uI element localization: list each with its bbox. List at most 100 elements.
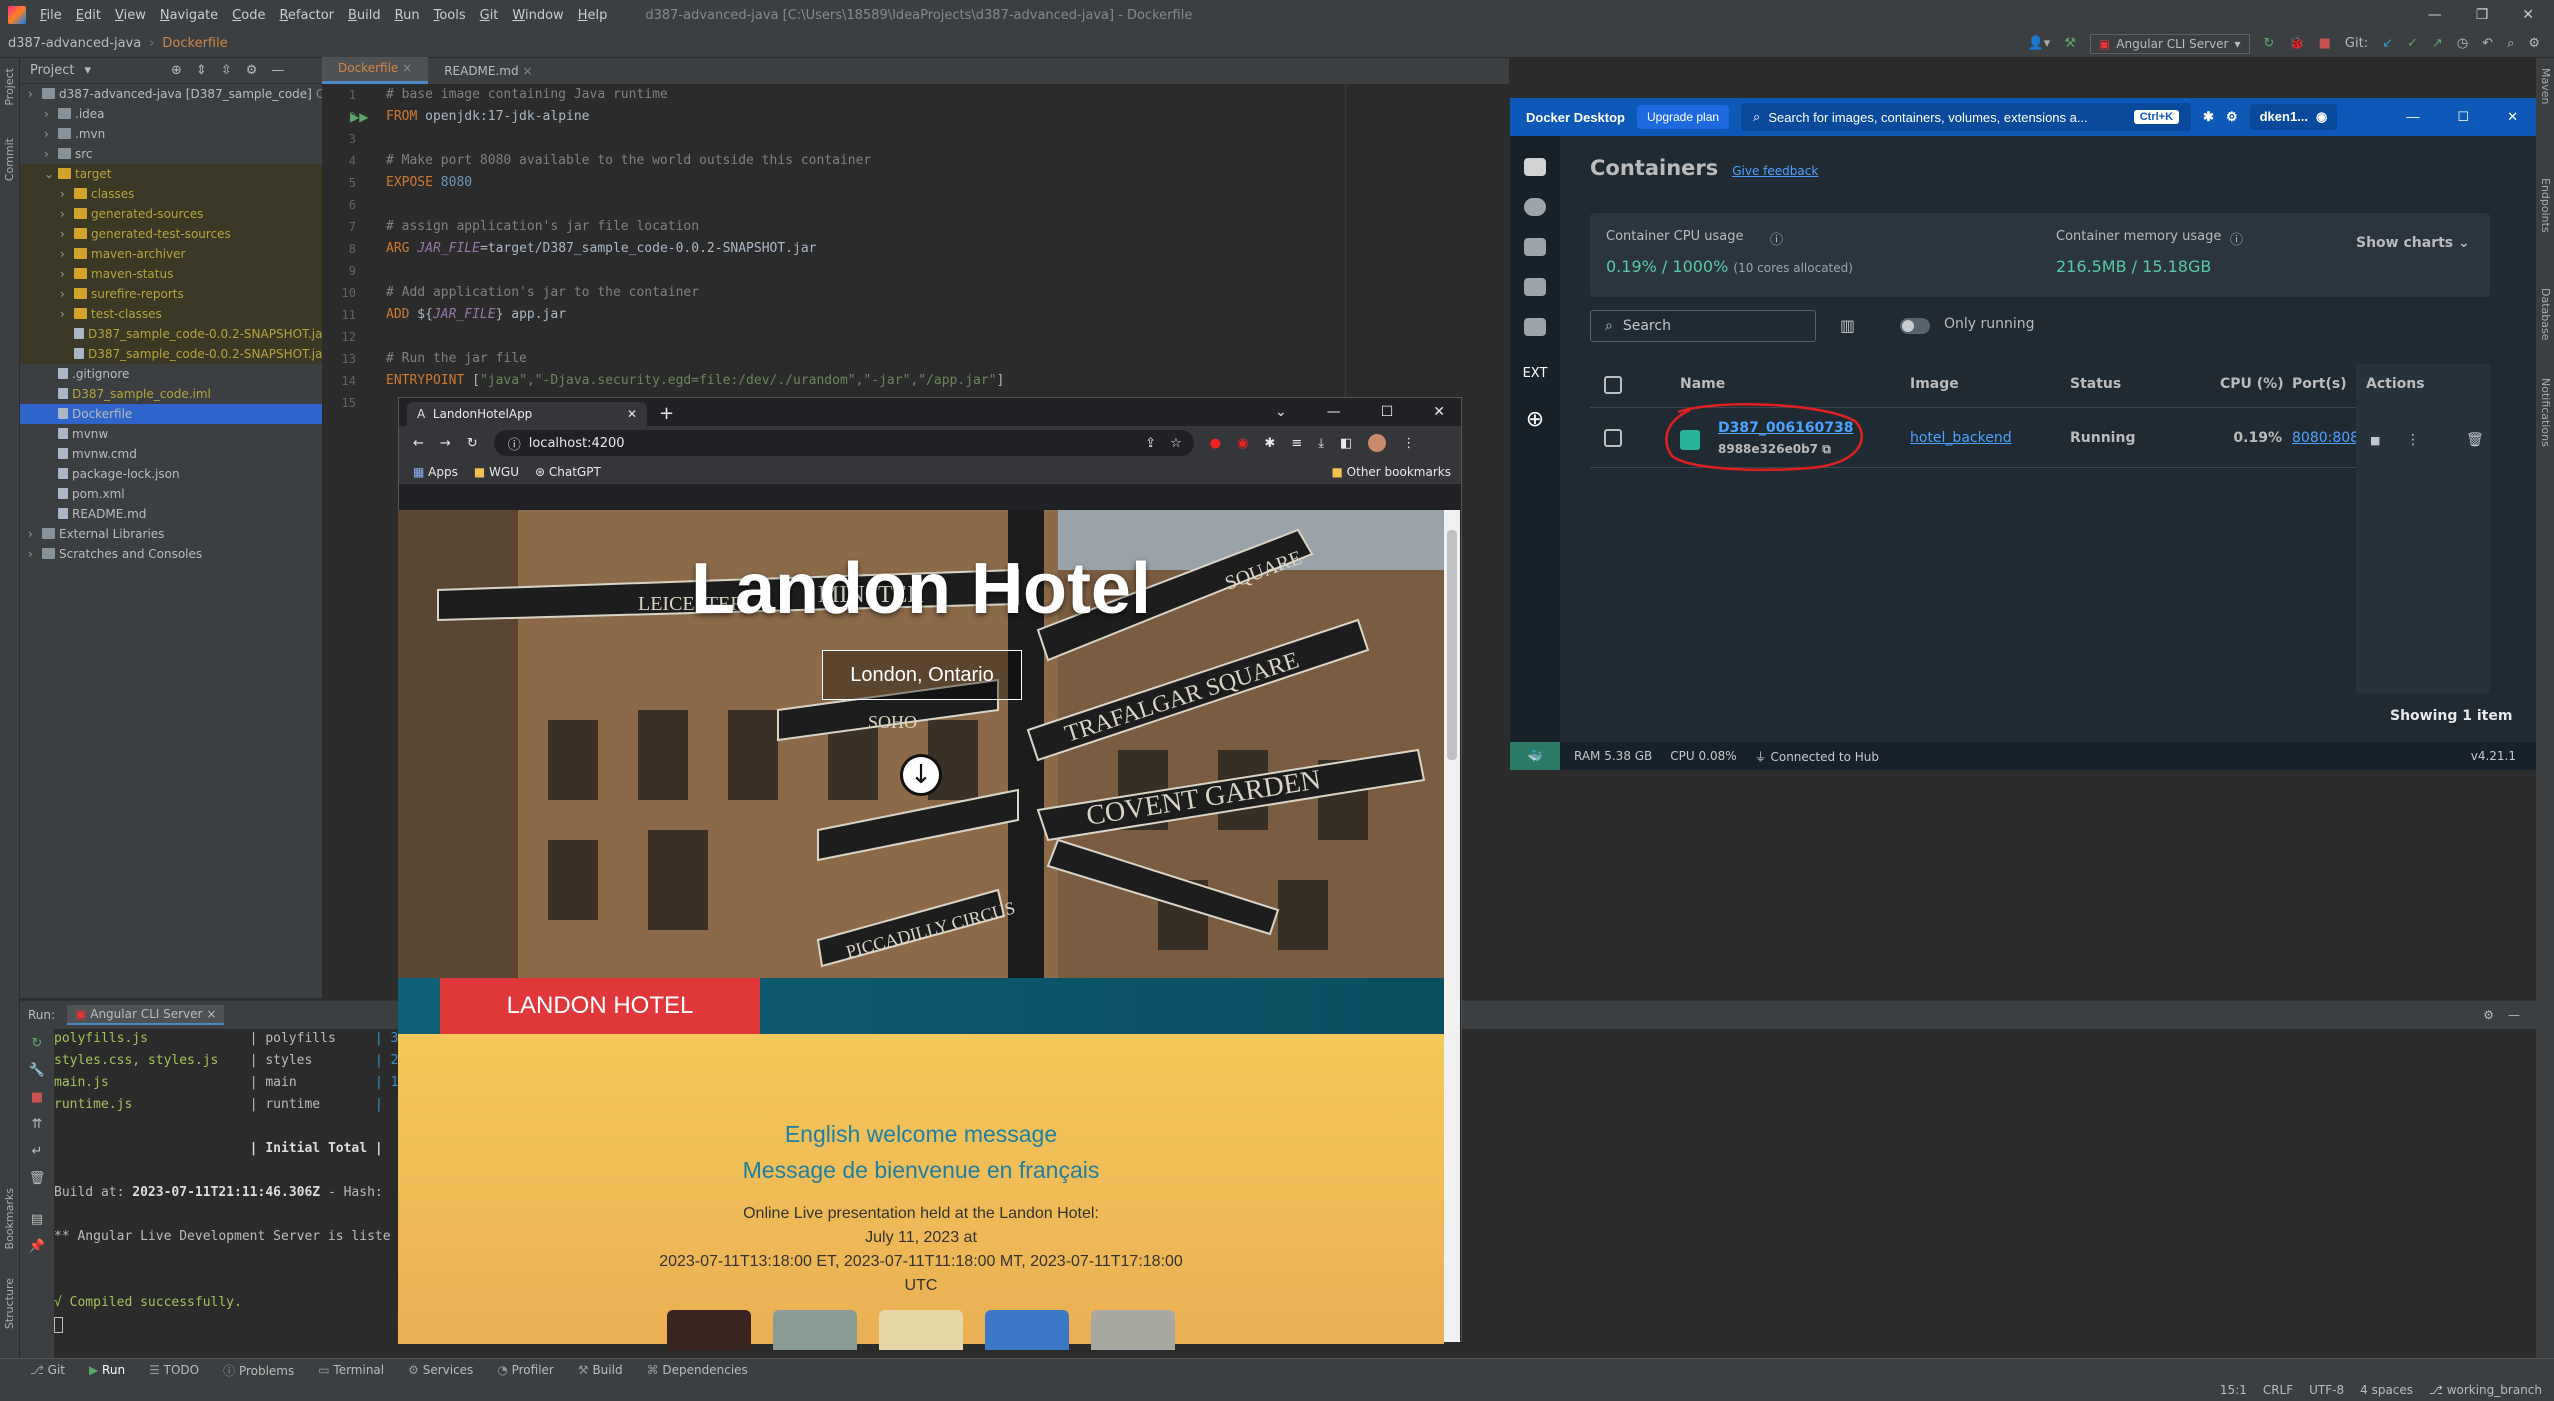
- tree-item[interactable]: › generated-sources: [20, 204, 322, 224]
- chevron-right-icon[interactable]: ›: [60, 204, 74, 224]
- rerun-icon[interactable]: ↻: [32, 1036, 43, 1051]
- toolwindow-terminal[interactable]: ▭ Terminal: [318, 1363, 384, 1377]
- more-options-icon[interactable]: ⋮: [2406, 432, 2420, 448]
- chevron-right-icon[interactable]: ›: [60, 284, 74, 304]
- gallery-thumbnail[interactable]: [773, 1310, 857, 1350]
- menu-code[interactable]: Code: [232, 8, 265, 23]
- git-push-icon[interactable]: ↗: [2432, 36, 2443, 51]
- menu-file[interactable]: File: [40, 8, 62, 23]
- menu-navigate[interactable]: Navigate: [160, 8, 218, 23]
- gallery-thumbnail[interactable]: [1091, 1310, 1175, 1350]
- git-commit-icon[interactable]: ✓: [2407, 36, 2418, 51]
- console-output[interactable]: polyfills.js | polyfills | 319 styles.cs…: [54, 1028, 414, 1336]
- user-icon[interactable]: 👤▾: [2028, 36, 2051, 51]
- tree-item[interactable]: ›d387-advanced-java [D387_sample_code]C:…: [20, 84, 341, 104]
- minimize-icon[interactable]: —: [2428, 7, 2442, 23]
- column-toggle-icon[interactable]: ▥: [1840, 316, 1855, 335]
- toolwindow-git[interactable]: ⎇ Git: [30, 1363, 65, 1377]
- strip-structure[interactable]: Structure: [3, 1278, 16, 1329]
- tree-item[interactable]: package-lock.json: [20, 464, 322, 484]
- toolwindow-todo[interactable]: ☰ TODO: [149, 1363, 199, 1377]
- container-search-input[interactable]: ⌕ Search: [1590, 310, 1816, 342]
- tree-item[interactable]: › maven-status: [20, 264, 322, 284]
- menu-view[interactable]: View: [115, 8, 146, 23]
- tree-item[interactable]: › test-classes: [20, 304, 322, 324]
- menu-help[interactable]: Help: [578, 8, 608, 23]
- bookmark-star-icon[interactable]: ☆: [1170, 436, 1182, 451]
- add-extension-icon[interactable]: ⊕: [1510, 407, 1560, 432]
- minimize-icon[interactable]: —: [1327, 404, 1341, 420]
- extensions-label[interactable]: EXT: [1510, 366, 1560, 381]
- tree-item[interactable]: › generated-test-sources: [20, 224, 322, 244]
- row-checkbox[interactable]: [1604, 429, 1622, 447]
- scroll-up-icon[interactable]: ⇈: [32, 1117, 43, 1132]
- only-running-toggle[interactable]: [1900, 318, 1930, 334]
- bookmark-chatgpt[interactable]: ⊛ ChatGPT: [535, 465, 601, 479]
- learn-icon[interactable]: [1524, 318, 1546, 336]
- reload-icon[interactable]: ↻: [467, 436, 478, 451]
- menu-run[interactable]: Run: [395, 8, 420, 23]
- wrench-icon[interactable]: 🔧: [29, 1063, 45, 1078]
- run-tab-angular[interactable]: ▣ Angular CLI Server ×: [67, 1005, 225, 1025]
- toolwindow-profiler[interactable]: ◔ Profiler: [497, 1363, 554, 1377]
- menu-edit[interactable]: Edit: [76, 8, 101, 23]
- account-button[interactable]: dken1... ◉: [2249, 104, 2338, 130]
- docker-search-box[interactable]: ⌕ Search for images, containers, volumes…: [1741, 103, 2192, 131]
- tree-item[interactable]: › maven-archiver: [20, 244, 322, 264]
- history-icon[interactable]: ◷: [2457, 36, 2468, 51]
- bug-icon[interactable]: ✱: [2203, 109, 2214, 125]
- address-bar[interactable]: ⓘ localhost:4200 ⇪ ☆: [493, 430, 1194, 456]
- tree-item[interactable]: mvnw: [20, 424, 322, 444]
- tree-item[interactable]: › External Libraries: [20, 524, 322, 544]
- close-icon[interactable]: ✕: [1433, 404, 1445, 420]
- strip-notifications[interactable]: Notifications: [2539, 378, 2552, 447]
- chevron-right-icon[interactable]: ›: [60, 304, 74, 324]
- back-icon[interactable]: ←: [413, 436, 424, 451]
- tree-item[interactable]: › classes: [20, 184, 322, 204]
- toolwindow-services[interactable]: ⚙ Services: [408, 1363, 473, 1377]
- strip-commit[interactable]: Commit: [3, 138, 16, 181]
- menu-build[interactable]: Build: [348, 8, 381, 23]
- chevron-right-icon[interactable]: ›: [60, 244, 74, 264]
- toolwindow-build[interactable]: ⚒ Build: [578, 1363, 623, 1377]
- tab-search-icon[interactable]: ⌄: [1275, 404, 1287, 420]
- show-charts-button[interactable]: Show charts ⌄: [2356, 235, 2470, 251]
- download-icon[interactable]: ⤓: [1318, 436, 1324, 451]
- minimize-icon[interactable]: —: [2406, 109, 2419, 125]
- chevron-right-icon[interactable]: ›: [60, 264, 74, 284]
- print-icon[interactable]: ▤: [31, 1212, 43, 1227]
- upgrade-plan-button[interactable]: Upgrade plan: [1636, 105, 1730, 129]
- code-editor[interactable]: # base image containing Java runtime FRO…: [386, 84, 1346, 392]
- chevron-right-icon[interactable]: ›: [28, 84, 42, 104]
- toolwindow-dependencies[interactable]: ⌘ Dependencies: [647, 1363, 748, 1377]
- debug-icon[interactable]: 🐞: [2288, 36, 2304, 51]
- run-gutter-icon[interactable]: ▶▶: [350, 110, 368, 124]
- toolwindow-run[interactable]: ▶ Run: [89, 1363, 125, 1377]
- extension-record-icon[interactable]: ◉: [1237, 436, 1248, 451]
- status-branch[interactable]: ⎇ working_branch: [2429, 1383, 2542, 1397]
- close-icon[interactable]: ×: [402, 61, 412, 75]
- profile-avatar[interactable]: [1368, 434, 1387, 452]
- chevron-right-icon[interactable]: ›: [28, 524, 42, 544]
- expand-all-icon[interactable]: ⇕: [196, 63, 207, 78]
- tab-readme[interactable]: README.md ×: [428, 60, 548, 84]
- docker-whale-icon[interactable]: 🐳: [1510, 742, 1560, 770]
- menu-window[interactable]: Window: [512, 8, 563, 23]
- status-indent[interactable]: 4 spaces: [2360, 1383, 2413, 1397]
- hide-icon[interactable]: —: [271, 63, 284, 78]
- extensions-puzzle-icon[interactable]: ✱: [1264, 436, 1275, 451]
- site-info-icon[interactable]: ⓘ: [508, 434, 521, 453]
- column-image[interactable]: Image: [1910, 376, 1959, 392]
- collapse-all-icon[interactable]: ⇳: [221, 63, 232, 78]
- close-icon[interactable]: ✕: [2507, 109, 2518, 125]
- column-status[interactable]: Status: [2070, 376, 2121, 392]
- tree-item[interactable]: README.md: [20, 504, 322, 524]
- tab-dockerfile[interactable]: Dockerfile ×: [322, 57, 429, 84]
- soft-wrap-icon[interactable]: ↵: [32, 1144, 43, 1159]
- settings-gear-icon[interactable]: ⚙: [2483, 1008, 2494, 1022]
- maximize-icon[interactable]: ❐: [2476, 7, 2489, 23]
- git-update-icon[interactable]: ↙: [2382, 36, 2393, 51]
- stop-icon[interactable]: ■: [31, 1090, 43, 1105]
- info-icon[interactable]: ⓘ: [2230, 229, 2243, 248]
- chevron-right-icon[interactable]: ›: [44, 124, 58, 144]
